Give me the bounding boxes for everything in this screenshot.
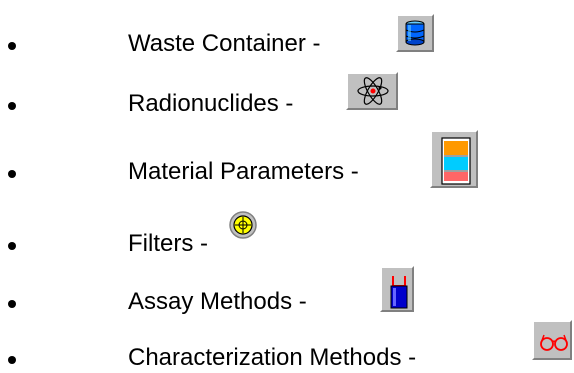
bullet <box>8 102 16 110</box>
bullet <box>8 170 16 178</box>
item-label-text: Radionuclides <box>128 90 279 117</box>
characterization-methods-button[interactable] <box>532 320 572 360</box>
item-separator: - <box>401 344 417 371</box>
waste-container-button[interactable] <box>396 14 434 52</box>
item-label: Waste Container - <box>128 30 321 58</box>
bullet <box>8 242 16 250</box>
list-item-characterization-methods: Characterization Methods - <box>0 320 574 371</box>
filters-icon <box>229 211 257 239</box>
list-item-radionuclides: Radionuclides - <box>0 72 574 117</box>
assay-methods-icon <box>390 276 408 309</box>
item-separator: - <box>292 288 307 315</box>
item-label: Assay Methods - <box>128 288 307 316</box>
radionuclides-icon <box>357 77 389 105</box>
item-label-text: Waste Container <box>128 30 306 57</box>
item-label-text: Filters <box>128 230 194 257</box>
radionuclides-button[interactable] <box>346 72 398 110</box>
item-label-text: Assay Methods <box>128 288 293 315</box>
filters-button[interactable] <box>228 210 262 244</box>
assay-methods-button[interactable] <box>380 266 414 312</box>
item-label: Material Parameters - <box>128 158 359 186</box>
item-label-text: Material Parameters <box>128 158 345 185</box>
item-label: Characterization Methods - <box>128 344 416 372</box>
bullet <box>8 300 16 308</box>
item-separator: - <box>278 90 294 117</box>
waste-container-icon <box>405 20 425 46</box>
bullet <box>8 356 16 364</box>
list-item-waste-container: Waste Container - <box>0 14 574 57</box>
item-label: Filters - <box>128 230 208 258</box>
item-label-text: Characterization Methods <box>128 344 402 371</box>
list-item-filters: Filters - <box>0 210 574 257</box>
bullet <box>8 42 16 50</box>
material-parameters-icon <box>441 137 471 185</box>
item-separator: - <box>305 30 321 57</box>
characterization-methods-icon <box>540 334 568 351</box>
material-parameters-button[interactable] <box>430 130 478 188</box>
list-item-material-parameters: Material Parameters - <box>0 130 574 188</box>
item-separator: - <box>344 158 359 185</box>
item-separator: - <box>193 230 209 257</box>
item-label: Radionuclides - <box>128 90 293 118</box>
list-item-assay-methods: Assay Methods - <box>0 266 574 315</box>
